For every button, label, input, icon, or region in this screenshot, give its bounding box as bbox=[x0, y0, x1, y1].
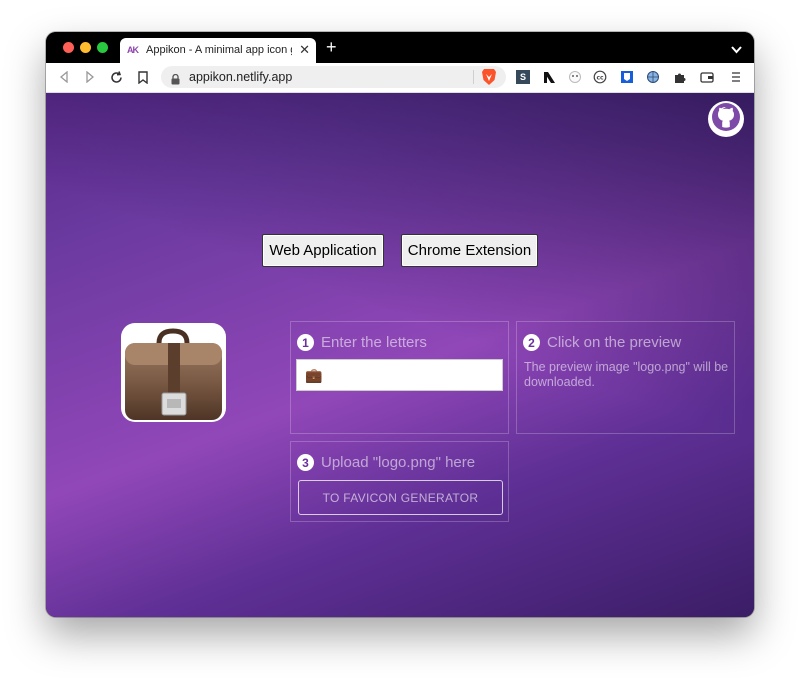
lock-icon bbox=[171, 72, 180, 90]
tab-favicon: AK bbox=[127, 45, 139, 55]
briefcase-icon bbox=[125, 328, 222, 420]
step-title: Upload "logo.png" here bbox=[321, 454, 476, 471]
extension-cc-icon[interactable]: cc bbox=[593, 70, 607, 84]
tab-close-icon[interactable]: ✕ bbox=[299, 42, 310, 58]
step-description: The preview image "logo.png" will be dow… bbox=[524, 360, 729, 389]
extensions-puzzle-icon[interactable] bbox=[673, 70, 687, 84]
browser-window: AK Appikon - A minimal app icon generato… bbox=[46, 32, 754, 617]
letters-input[interactable] bbox=[296, 359, 503, 391]
svg-text:cc: cc bbox=[596, 74, 604, 81]
page-content: Web Application Chrome Extension 1 Enter… bbox=[46, 93, 754, 617]
url-divider bbox=[473, 70, 474, 84]
forward-icon[interactable] bbox=[83, 70, 97, 84]
step-enter-letters: 1 Enter the letters bbox=[290, 321, 509, 434]
back-icon[interactable] bbox=[57, 70, 71, 84]
extension-bitwarden-icon[interactable] bbox=[620, 70, 634, 84]
web-application-button[interactable]: Web Application bbox=[262, 234, 384, 267]
reload-icon[interactable] bbox=[109, 70, 123, 84]
github-icon bbox=[711, 102, 741, 137]
maximize-window-button[interactable] bbox=[97, 42, 108, 53]
step-click-preview: 2 Click on the preview The preview image… bbox=[516, 321, 735, 434]
minimize-window-button[interactable] bbox=[80, 42, 91, 53]
browser-toolbar: appikon.netlify.app S cc bbox=[46, 63, 754, 93]
github-link[interactable] bbox=[708, 101, 744, 137]
logo-preview[interactable] bbox=[121, 323, 226, 422]
address-bar[interactable]: appikon.netlify.app bbox=[161, 66, 506, 88]
new-tab-button[interactable]: + bbox=[326, 38, 337, 56]
extension-ghost-icon[interactable] bbox=[568, 70, 582, 84]
step-title: Click on the preview bbox=[547, 334, 682, 351]
url-text: appikon.netlify.app bbox=[189, 70, 293, 84]
wallet-icon[interactable] bbox=[700, 70, 714, 84]
step-number: 3 bbox=[297, 454, 314, 471]
step-number: 2 bbox=[523, 334, 540, 351]
extension-s-icon[interactable]: S bbox=[516, 70, 530, 84]
step-number: 1 bbox=[297, 334, 314, 351]
menu-icon[interactable] bbox=[729, 70, 743, 84]
step-title: Enter the letters bbox=[321, 334, 427, 351]
chrome-extension-button[interactable]: Chrome Extension bbox=[401, 234, 538, 267]
browser-tab[interactable]: AK Appikon - A minimal app icon generato… bbox=[120, 38, 316, 63]
favicon-generator-button[interactable]: TO FAVICON GENERATOR bbox=[298, 480, 503, 515]
brave-shields-icon[interactable] bbox=[481, 68, 497, 91]
close-window-button[interactable] bbox=[63, 42, 74, 53]
extension-globe-icon[interactable] bbox=[646, 70, 660, 84]
step-upload-logo: 3 Upload "logo.png" here TO FAVICON GENE… bbox=[290, 441, 509, 522]
tab-title: Appikon - A minimal app icon generator bbox=[146, 44, 292, 56]
extension-notion-icon[interactable] bbox=[542, 70, 556, 84]
bookmark-icon[interactable] bbox=[136, 70, 150, 84]
tab-search-chevron-icon[interactable] bbox=[731, 41, 742, 59]
tab-bar: AK Appikon - A minimal app icon generato… bbox=[46, 32, 754, 63]
